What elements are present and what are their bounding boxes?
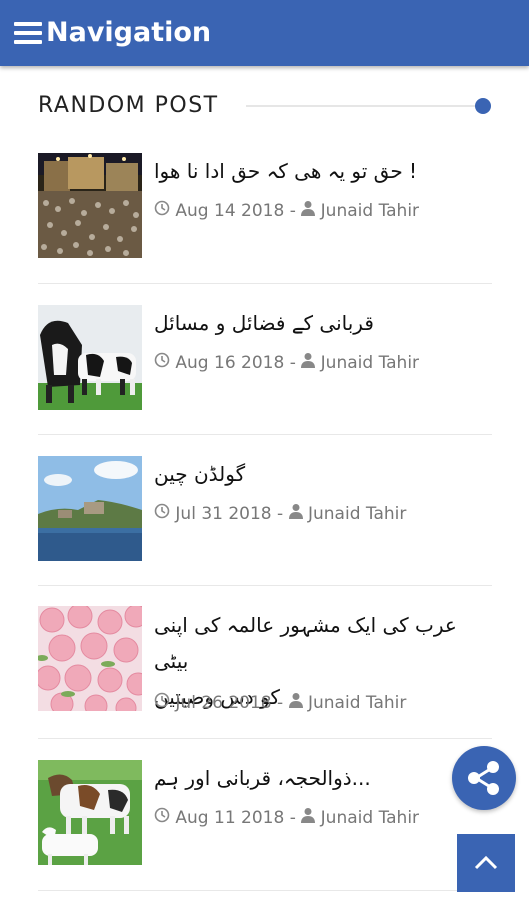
- post-thumbnail[interactable]: [38, 456, 142, 561]
- post-date: Aug 11 2018: [175, 808, 285, 828]
- section-title: RANDOM POST: [38, 93, 219, 118]
- top-navigation-bar: Navigation: [0, 0, 529, 66]
- post-meta: Aug 16 2018 - Junaid Tahir: [154, 351, 419, 375]
- post-date: Aug 14 2018: [175, 201, 285, 221]
- share-icon: [468, 761, 499, 795]
- post-author[interactable]: Junaid Tahir: [321, 808, 419, 828]
- post-title-link[interactable]: ...ذوالحجہ، قربانی اور ہم: [154, 760, 371, 796]
- user-icon: [288, 502, 303, 526]
- share-button[interactable]: [452, 746, 516, 810]
- meta-separator: -: [289, 353, 296, 373]
- post-thumbnail[interactable]: [38, 760, 142, 865]
- back-to-top-button[interactable]: [457, 834, 515, 892]
- user-icon: [288, 691, 303, 715]
- user-icon: [301, 199, 316, 223]
- user-icon: [301, 806, 316, 830]
- post-item-5[interactable]: ...ذوالحجہ، قربانی اور ہم Aug 11 2018 - …: [38, 760, 492, 867]
- post-title-link[interactable]: قربانی کے فضائل و مسائل: [154, 305, 374, 341]
- clock-icon: [154, 502, 170, 526]
- clock-icon: [154, 199, 170, 223]
- meta-separator: -: [289, 808, 296, 828]
- post-author[interactable]: Junaid Tahir: [321, 201, 419, 221]
- post-meta: Jul 26 2018 - Junaid Tahir: [154, 691, 406, 715]
- post-divider: [38, 283, 492, 284]
- post-title-line-1[interactable]: عرب کی ایک مشہور عالمہ کی اپنی بیٹی: [154, 607, 492, 679]
- meta-separator: -: [277, 504, 284, 524]
- navigation-title[interactable]: Navigation: [46, 15, 211, 51]
- post-author[interactable]: Junaid Tahir: [321, 353, 419, 373]
- post-thumbnail[interactable]: [38, 606, 142, 711]
- post-title-link[interactable]: ! حق تو یہ ھی کہ حق ادا نا ھوا: [154, 153, 417, 189]
- post-date: Jul 31 2018: [175, 504, 272, 524]
- chevron-up-icon: [474, 855, 498, 870]
- post-meta: Jul 31 2018 - Junaid Tahir: [154, 502, 406, 526]
- post-item-2[interactable]: قربانی کے فضائل و مسائل Aug 16 2018 - Ju…: [38, 305, 492, 412]
- section-dot-icon: [475, 98, 491, 114]
- post-divider: [38, 890, 492, 891]
- clock-icon: [154, 351, 170, 375]
- meta-separator: -: [277, 693, 284, 713]
- post-meta: Aug 14 2018 - Junaid Tahir: [154, 199, 419, 223]
- post-date: Jul 26 2018: [175, 693, 272, 713]
- post-author[interactable]: Junaid Tahir: [308, 504, 406, 524]
- post-meta: Aug 11 2018 - Junaid Tahir: [154, 806, 419, 830]
- post-divider: [38, 434, 492, 435]
- post-item-4[interactable]: عرب کی ایک مشہور عالمہ کی اپنی بیٹی کو د…: [38, 606, 492, 716]
- meta-separator: -: [289, 201, 296, 221]
- user-icon: [301, 351, 316, 375]
- menu-icon[interactable]: [14, 22, 42, 44]
- post-author[interactable]: Junaid Tahir: [308, 693, 406, 713]
- post-divider: [38, 738, 492, 739]
- post-divider: [38, 585, 492, 586]
- post-item-1[interactable]: ! حق تو یہ ھی کہ حق ادا نا ھوا Aug 14 20…: [38, 153, 492, 260]
- post-title-link[interactable]: گولڈن چین: [154, 456, 245, 492]
- post-item-3[interactable]: گولڈن چین Jul 31 2018 - Junaid Tahir: [38, 456, 492, 563]
- clock-icon: [154, 806, 170, 830]
- section-divider-line: [246, 105, 478, 107]
- clock-icon: [154, 691, 170, 715]
- post-thumbnail[interactable]: [38, 153, 142, 258]
- post-date: Aug 16 2018: [175, 353, 285, 373]
- post-thumbnail[interactable]: [38, 305, 142, 410]
- random-post-header: RANDOM POST: [38, 90, 492, 122]
